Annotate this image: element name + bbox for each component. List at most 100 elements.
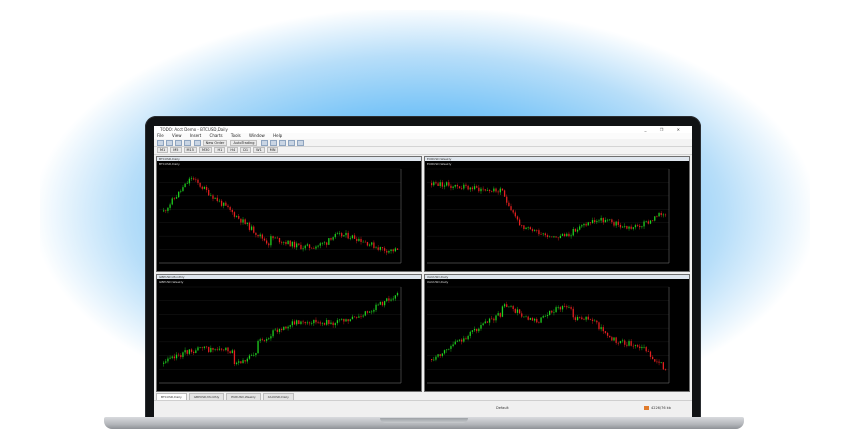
market-watch-icon[interactable] <box>175 140 183 146</box>
candle-body <box>443 185 446 187</box>
candle-body <box>480 325 482 329</box>
autotrading-button[interactable]: AutoTrading <box>230 139 258 146</box>
candle-body <box>216 349 218 350</box>
candle-body <box>268 338 270 340</box>
candle-body <box>315 246 317 249</box>
candle-body <box>343 318 345 322</box>
window-controls[interactable]: _ ❐ ✕ <box>645 126 686 133</box>
candle-body <box>495 188 497 192</box>
timeframe-button[interactable]: M30 <box>198 147 213 153</box>
candle-body <box>594 220 596 223</box>
candle-body <box>491 191 493 192</box>
zoom-in-icon[interactable] <box>287 140 295 146</box>
bar-chart-icon[interactable] <box>260 140 268 146</box>
candle-body <box>596 221 598 223</box>
candle-body <box>182 187 184 191</box>
timeframe-button[interactable]: M5 <box>170 147 182 153</box>
new-chart-icon[interactable] <box>157 140 164 146</box>
candle-body <box>341 318 343 320</box>
candle-body <box>371 311 373 313</box>
timeframe-button[interactable]: H4 <box>227 147 239 153</box>
candle-body <box>566 233 568 237</box>
candle-body <box>649 220 652 224</box>
candle-body <box>581 225 583 227</box>
chart-window-gbpusd[interactable]: GBPUSD,Monthly GBPUSD,Weekly <box>156 274 422 392</box>
candlestick-icon[interactable] <box>269 140 277 146</box>
menu-file[interactable]: File <box>157 133 164 138</box>
menu-insert[interactable]: Insert <box>190 133 201 138</box>
candle-body <box>488 318 491 323</box>
zoom-out-icon[interactable] <box>297 140 305 146</box>
candle-body <box>613 337 615 341</box>
candle-body <box>336 320 339 324</box>
chart-window-eurusd[interactable]: EURUSD,Weekly EURUSD,Weekly <box>424 156 690 272</box>
candle-body <box>431 183 433 186</box>
line-chart-icon[interactable] <box>278 140 286 146</box>
candle-body <box>371 242 373 245</box>
candle-body <box>478 328 480 332</box>
new-order-button[interactable]: New Order <box>202 139 228 146</box>
chart-canvas[interactable] <box>157 157 421 271</box>
chart-window-btcusd[interactable]: BTCUSD,Daily BTCUSD,Daily <box>156 156 422 272</box>
candle-body <box>611 337 613 341</box>
candle-body <box>598 220 600 222</box>
candle-body <box>660 213 662 216</box>
candle-body <box>225 347 227 351</box>
candle-body <box>334 234 336 238</box>
candle-body <box>250 355 253 356</box>
candle-body <box>223 349 225 351</box>
timeframe-button[interactable]: M1 <box>157 147 169 153</box>
timeframe-button[interactable]: MN <box>266 147 279 153</box>
candle-body <box>302 248 304 250</box>
chart-canvas[interactable] <box>425 157 689 271</box>
menu-tools[interactable]: Tools <box>231 133 241 138</box>
candle-body <box>533 318 536 321</box>
candle-body <box>175 197 178 199</box>
timeframe-button[interactable]: D1 <box>240 147 252 153</box>
candle-body <box>268 243 270 246</box>
candle-body <box>542 233 544 235</box>
candle-body <box>240 361 242 364</box>
timeframe-button[interactable]: M15 <box>183 147 197 153</box>
candle-body <box>557 307 559 308</box>
candle-body <box>197 179 199 183</box>
candle-body <box>512 306 514 310</box>
candle-body <box>521 225 523 226</box>
candle-body <box>248 355 251 359</box>
candle-body <box>345 232 347 236</box>
candle-body <box>495 315 497 321</box>
candle-body <box>589 319 592 321</box>
candle-body <box>617 221 619 225</box>
menu-window[interactable]: Window <box>249 133 265 138</box>
candle-body <box>617 342 619 344</box>
candle-body <box>330 238 332 240</box>
candle-body <box>570 307 572 309</box>
candle-body <box>574 228 577 232</box>
candle-body <box>255 232 257 235</box>
timeframe-button[interactable]: W1 <box>253 147 265 153</box>
candle-body <box>482 188 484 190</box>
timeframe-button[interactable]: H1 <box>214 147 226 153</box>
menu-view[interactable]: View <box>172 133 182 138</box>
candle-body <box>476 328 478 332</box>
menu-charts[interactable]: Charts <box>210 133 223 138</box>
profiles-icon[interactable] <box>166 140 174 146</box>
menu-help[interactable]: Help <box>273 133 282 138</box>
chart-window-xauusd[interactable]: XAUUSD,Daily XAUUSD,Daily <box>424 274 690 392</box>
candle-body <box>278 329 281 332</box>
candle-body <box>229 351 231 354</box>
toolbar-timeframes: M1 M5 M15 M30 H1 H4 D1 W1 MN <box>154 147 692 155</box>
candle-body <box>199 182 201 187</box>
candle-body <box>557 237 559 239</box>
terminal-icon[interactable] <box>193 140 201 146</box>
candle-body <box>379 301 381 305</box>
candle-body <box>341 233 343 237</box>
candle-body <box>606 332 609 336</box>
chart-canvas[interactable] <box>425 275 689 391</box>
navigator-icon[interactable] <box>184 140 192 146</box>
candle-body <box>656 361 658 363</box>
candle-body <box>188 349 191 354</box>
candle-body <box>516 216 519 220</box>
chart-canvas[interactable] <box>157 275 421 391</box>
candle-body <box>538 230 540 235</box>
